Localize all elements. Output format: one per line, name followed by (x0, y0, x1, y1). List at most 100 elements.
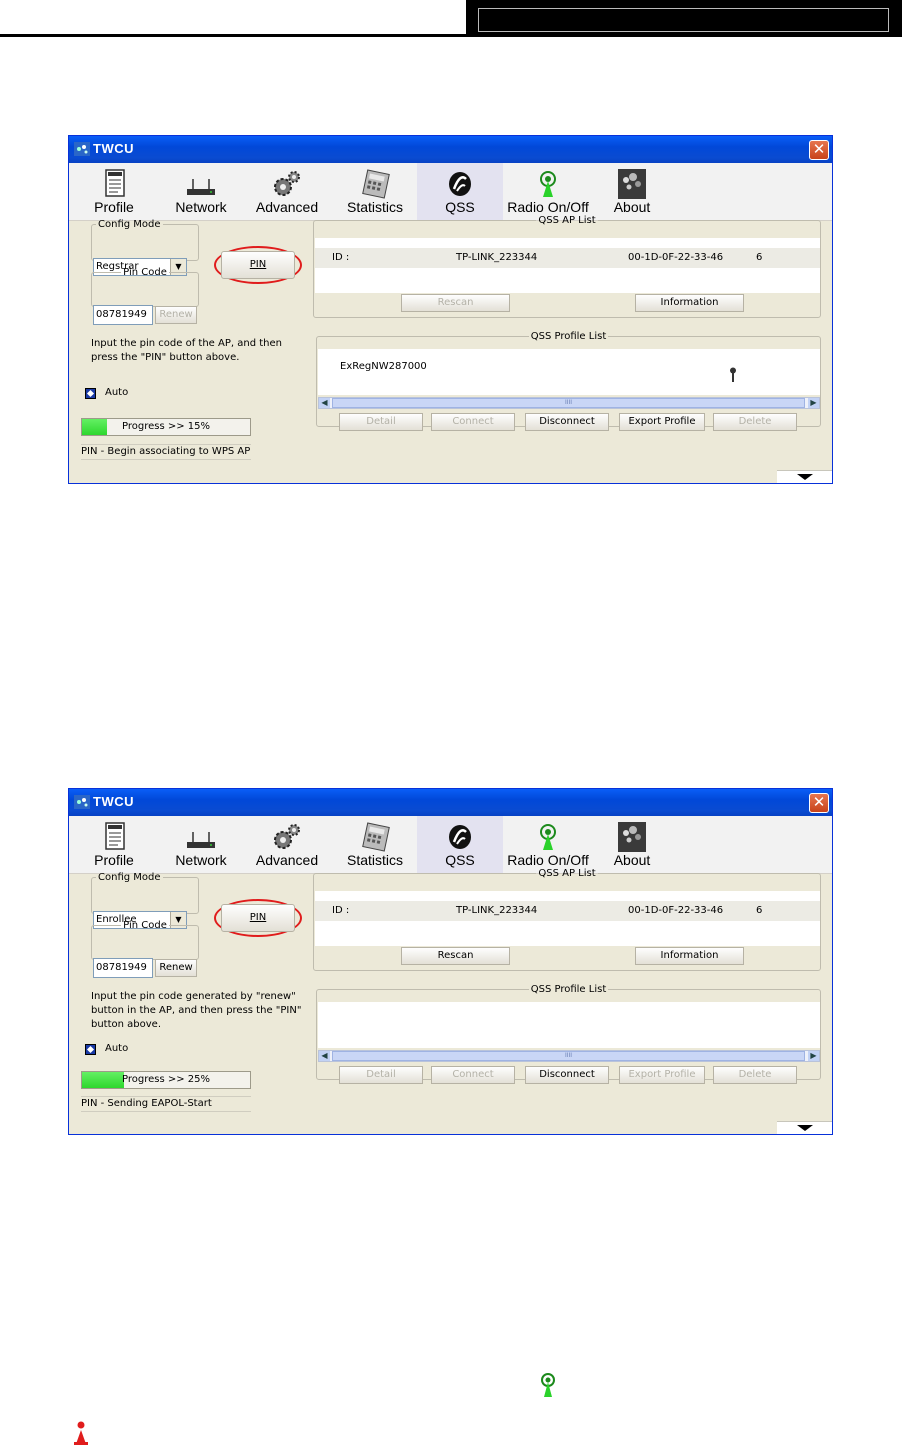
disconnect-button[interactable]: Disconnect (525, 1066, 609, 1084)
config-mode-legend: Config Mode (98, 219, 161, 230)
ap-list[interactable]: ID : TP-LINK_223344 00-1D-0F-22-33-46 6 (315, 238, 820, 293)
pin-button-label: PIN (249, 259, 267, 270)
rescan-button[interactable]: Rescan (401, 294, 510, 312)
qss-profile-list-legend: QSS Profile List (530, 984, 607, 995)
toolbar-advanced[interactable]: Advanced (249, 163, 325, 220)
toolbar: Profile Network Advanced Statistics QSS … (69, 163, 832, 221)
router-icon (187, 179, 215, 195)
radio-on-off-icon (540, 171, 556, 197)
pin-button[interactable]: PIN (221, 904, 295, 932)
app-icon (74, 142, 90, 156)
ap-ssid: TP-LINK_223344 (456, 905, 538, 916)
instruction-text: Input the pin code generated by "renew" … (91, 991, 302, 1030)
information-button[interactable]: Information (635, 294, 744, 312)
note-icon (74, 1421, 88, 1445)
gear-icon (274, 824, 300, 849)
renew-button[interactable]: Renew (155, 959, 197, 977)
connect-button[interactable]: Connect (431, 1066, 515, 1084)
about-icon (618, 822, 646, 852)
scroll-left-icon: ◀ (319, 398, 330, 408)
progress-bar: Progress >> 25% (81, 1071, 251, 1089)
toolbar-radio-onoff[interactable]: Radio On/Off (503, 163, 593, 220)
toolbar-label: QSS (445, 199, 475, 215)
detail-button[interactable]: Detail (339, 413, 423, 431)
header-box-frame (478, 8, 889, 32)
title-bar[interactable]: TWCU ✕ (69, 789, 832, 816)
pin-code-group: Pin Code (91, 267, 199, 307)
window-title: TWCU (93, 794, 134, 809)
ap-id-label: ID : (332, 252, 350, 263)
toolbar-about[interactable]: About (599, 816, 665, 873)
auto-checkbox[interactable]: Auto (85, 387, 145, 400)
toolbar-advanced[interactable]: Advanced (249, 816, 325, 873)
export-profile-button[interactable]: Export Profile (619, 413, 705, 431)
delete-button[interactable]: Delete (713, 1066, 797, 1084)
disconnect-button[interactable]: Disconnect (525, 413, 609, 431)
renew-button[interactable]: Renew (155, 306, 197, 324)
toolbar-qss[interactable]: QSS (417, 163, 503, 220)
toolbar-about[interactable]: About (599, 163, 665, 220)
app-icon (74, 795, 90, 809)
ap-id-label: ID : (332, 905, 350, 916)
checkbox-checked-icon (85, 388, 96, 399)
auto-checkbox[interactable]: Auto (85, 1043, 145, 1056)
scroll-thumb[interactable]: IIII (332, 1051, 805, 1061)
toolbar: Profile Network Advanced Statistics QSS … (69, 816, 832, 874)
profile-list-scrollbar[interactable]: ◀ IIII ▶ (318, 1050, 820, 1062)
pin-code-field[interactable]: 08781949 (93, 305, 153, 325)
toolbar-label: QSS (445, 852, 475, 868)
toolbar-qss[interactable]: QSS (417, 816, 503, 873)
export-profile-button[interactable]: Export Profile (619, 1066, 705, 1084)
pin-code-legend: Pin Code (123, 920, 167, 931)
pin-button[interactable]: PIN (221, 251, 295, 279)
delete-button[interactable]: Delete (713, 413, 797, 431)
instruction-text: Input the pin code of the AP, and then p… (91, 338, 282, 363)
auto-label: Auto (105, 387, 129, 398)
gear-icon (274, 171, 300, 196)
calculator-icon (362, 822, 390, 852)
toolbar-profile[interactable]: Profile (79, 163, 149, 220)
close-button[interactable]: ✕ (809, 140, 829, 160)
config-mode-group: Config Mode (91, 219, 199, 261)
expand-down-icon[interactable] (777, 1121, 832, 1134)
toolbar-statistics[interactable]: Statistics (339, 163, 411, 220)
connect-button[interactable]: Connect (431, 413, 515, 431)
pin-code-group: Pin Code (91, 920, 199, 960)
profile-list[interactable]: ExRegNW287000 (318, 349, 820, 395)
rescan-button[interactable]: Rescan (401, 947, 510, 965)
detail-button[interactable]: Detail (339, 1066, 423, 1084)
toolbar-network[interactable]: Network (166, 816, 236, 873)
close-icon: ✕ (812, 793, 826, 811)
scroll-thumb[interactable]: IIII (332, 398, 805, 408)
toolbar-profile[interactable]: Profile (79, 816, 149, 873)
profile-list[interactable] (318, 1002, 820, 1048)
toolbar-label: About (613, 199, 651, 215)
close-button[interactable]: ✕ (809, 793, 829, 813)
toolbar-statistics[interactable]: Statistics (339, 816, 411, 873)
ap-list[interactable]: ID : TP-LINK_223344 00-1D-0F-22-33-46 6 (315, 891, 820, 946)
toolbar-label: Radio On/Off (507, 852, 589, 868)
scroll-left-icon: ◀ (319, 1051, 330, 1061)
twcu-window-enrollee: TWCU ✕ Profile Network Advanced Statisti… (68, 788, 833, 1135)
ap-channel: 6 (756, 905, 763, 916)
scroll-right-icon: ▶ (808, 1051, 819, 1061)
expand-down-icon[interactable] (777, 470, 832, 483)
ap-list-row[interactable]: ID : TP-LINK_223344 00-1D-0F-22-33-46 6 (315, 901, 820, 921)
window-title: TWCU (93, 141, 134, 156)
toolbar-label: Statistics (346, 199, 403, 215)
qss-panel: Config Mode Regstrar ▼ PIN Pin Code 0878… (69, 215, 832, 483)
qss-profile-list-legend: QSS Profile List (530, 331, 607, 342)
title-bar[interactable]: TWCU ✕ (69, 136, 832, 163)
pin-code-field[interactable]: 08781949 (93, 958, 153, 978)
radio-on-off-icon (540, 824, 556, 850)
information-button[interactable]: Information (635, 947, 744, 965)
status-text: PIN - Sending EAPOL-Start (81, 1096, 251, 1112)
toolbar-label: Profile (94, 852, 134, 868)
profile-icon (105, 822, 125, 850)
toolbar-radio-onoff[interactable]: Radio On/Off (503, 816, 593, 873)
key-icon (730, 367, 736, 382)
toolbar-network[interactable]: Network (166, 163, 236, 220)
ap-list-row[interactable]: ID : TP-LINK_223344 00-1D-0F-22-33-46 6 (315, 248, 820, 268)
qss-icon (449, 825, 471, 849)
profile-list-scrollbar[interactable]: ◀ IIII ▶ (318, 397, 820, 409)
